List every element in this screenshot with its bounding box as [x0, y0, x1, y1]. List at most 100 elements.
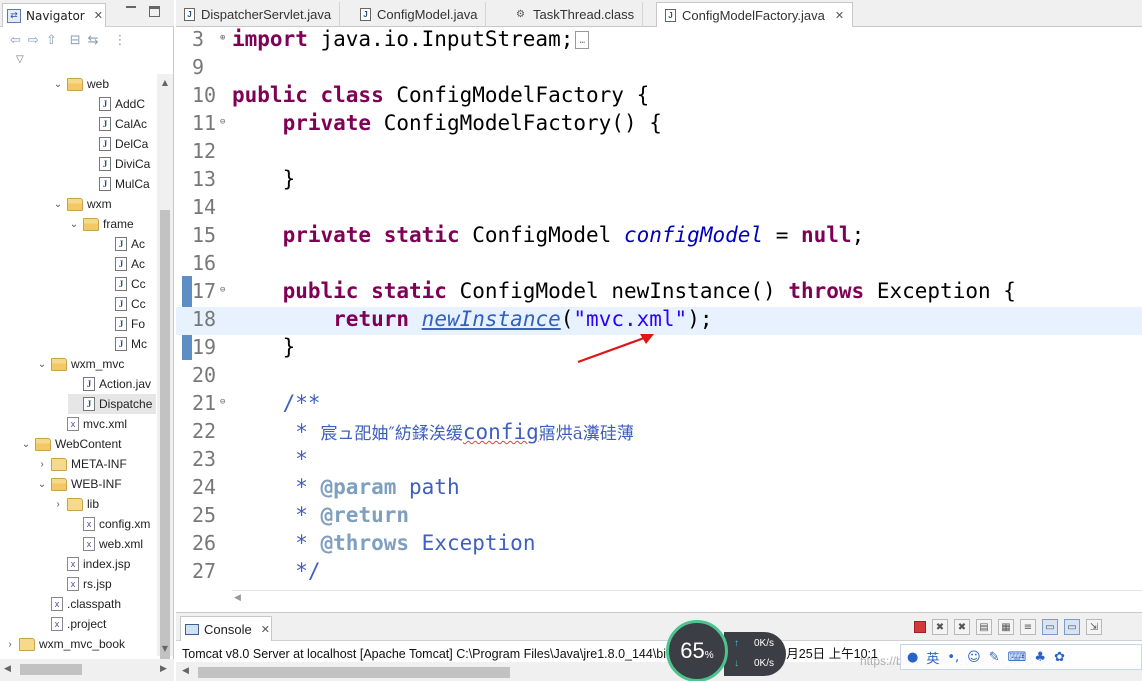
scroll-down-icon[interactable]: ▼: [157, 640, 173, 656]
tree-item[interactable]: ⌄ WEB-INF: [36, 474, 156, 494]
code-line[interactable]: 9: [176, 55, 1142, 83]
editor-horizontal-scrollbar[interactable]: ◀: [232, 590, 1142, 608]
code-line[interactable]: 25 * @return: [176, 503, 1142, 531]
ime-mode-label[interactable]: 英: [926, 648, 939, 667]
tree-item[interactable]: x .project: [36, 614, 156, 634]
tree-item[interactable]: ⌄ wxm_mvc: [36, 354, 156, 374]
tree-item[interactable]: › META-INF: [36, 454, 156, 474]
tree-item[interactable]: J Ac: [100, 254, 156, 274]
scroll-left-icon[interactable]: ◀: [234, 593, 241, 603]
remove-launch-icon[interactable]: ✖: [932, 619, 948, 635]
code-line[interactable]: 17 ⊖ public static ConfigModel newInstanc…: [176, 279, 1142, 307]
show-on-stderr-icon[interactable]: ▭: [1064, 619, 1080, 635]
ime-keyboard-icon[interactable]: ⌨: [1008, 650, 1027, 665]
chevron-down-icon[interactable]: ⌄: [20, 439, 32, 450]
navigator-tab[interactable]: ⇄ Navigator ✕: [2, 3, 106, 27]
code-line[interactable]: 20: [176, 363, 1142, 391]
tree-item[interactable]: J Cc: [100, 294, 156, 314]
chevron-down-icon[interactable]: ⌄: [52, 199, 64, 210]
code-line[interactable]: 10 public class ConfigModelFactory {: [176, 83, 1142, 111]
chevron-down-icon[interactable]: ⌄: [68, 219, 80, 230]
ime-voice-icon[interactable]: ✎: [989, 650, 1000, 665]
memory-usage-gauge[interactable]: 65%: [666, 620, 728, 681]
tree-item[interactable]: x config.xm: [68, 514, 156, 534]
scroll-right-icon[interactable]: ▶: [160, 664, 167, 674]
collapse-all-icon[interactable]: ⊟: [70, 33, 81, 48]
scroll-thumb[interactable]: [160, 210, 170, 666]
code-line[interactable]: 13 }: [176, 167, 1142, 195]
network-speed-widget[interactable]: ↑ 0K/s ↓ 0K/s 65%: [666, 620, 786, 681]
ime-settings-icon[interactable]: ✿: [1054, 650, 1065, 665]
view-menu-icon[interactable]: ⋮: [114, 33, 127, 48]
tree-item[interactable]: J Action.jav: [68, 374, 156, 394]
chevron-down-icon[interactable]: ⌄: [36, 479, 48, 490]
chevron-right-icon[interactable]: ›: [4, 639, 16, 650]
tree-item[interactable]: ⌄ web: [52, 74, 156, 94]
remove-all-icon[interactable]: ✖: [954, 619, 970, 635]
maximize-icon[interactable]: [149, 6, 160, 17]
tree-item[interactable]: J DiviCa: [84, 154, 156, 174]
ime-punctuation-icon[interactable]: •,: [947, 650, 959, 665]
tree-item[interactable]: x mvc.xml: [52, 414, 156, 434]
collapse-fold-icon[interactable]: ⊖: [220, 285, 225, 295]
forward-arrow-icon[interactable]: ⇨: [28, 33, 39, 48]
console-tab[interactable]: Console ✕: [180, 616, 272, 641]
code-line[interactable]: 15 private static ConfigModel configMode…: [176, 223, 1142, 251]
close-icon[interactable]: ✕: [94, 9, 103, 22]
code-line[interactable]: 16: [176, 251, 1142, 279]
code-area[interactable]: 3 ⊕ import java.io.InputStream;… 9 10 public …: [176, 27, 1142, 590]
tree-item[interactable]: ⌄ wxm: [52, 194, 156, 214]
close-icon[interactable]: ✕: [835, 9, 844, 22]
code-line[interactable]: 22 * 宸ュ巶妯″紡鍒涘缓config寤烘ā瀵硅薄: [176, 419, 1142, 447]
code-line[interactable]: 24 * @param path: [176, 475, 1142, 503]
scroll-lock-icon[interactable]: ▦: [998, 619, 1014, 635]
editor-tab[interactable]: ⚙ TaskThread.class: [506, 2, 644, 27]
code-line[interactable]: 23 *: [176, 447, 1142, 475]
scroll-up-icon[interactable]: ▲: [157, 74, 173, 90]
tree-item[interactable]: › wxm_mvc_book: [4, 634, 156, 654]
chevron-right-icon[interactable]: ›: [52, 499, 64, 510]
ime-emoji-icon[interactable]: ☺: [967, 650, 981, 665]
scroll-left-icon[interactable]: ◀: [182, 666, 189, 676]
link-with-editor-icon[interactable]: ⇆: [88, 33, 99, 48]
tree-item[interactable]: J Dispatche: [68, 394, 156, 414]
tree-item[interactable]: J Mc: [100, 334, 156, 354]
terminate-icon[interactable]: [914, 621, 926, 633]
tree-item[interactable]: › lib: [52, 494, 156, 514]
tree-item[interactable]: J Ac: [100, 234, 156, 254]
navigator-horizontal-scrollbar[interactable]: ◀ ▶: [0, 659, 174, 681]
code-line[interactable]: 27 */: [176, 559, 1142, 587]
word-wrap-icon[interactable]: ≡: [1020, 619, 1036, 635]
chevron-right-icon[interactable]: ›: [36, 459, 48, 470]
editor-tab[interactable]: J DispatcherServlet.java: [176, 2, 341, 27]
code-line[interactable]: 3 ⊕ import java.io.InputStream;…: [176, 27, 1142, 55]
close-icon[interactable]: ✕: [261, 623, 270, 636]
code-line[interactable]: 26 * @throws Exception: [176, 531, 1142, 559]
collapse-fold-icon[interactable]: ⊖: [220, 117, 225, 127]
scroll-left-icon[interactable]: ◀: [4, 664, 11, 674]
editor-tab[interactable]: J ConfigModelFactory.java ✕: [656, 2, 854, 27]
tree-item[interactable]: J DelCa: [84, 134, 156, 154]
clear-console-icon[interactable]: ▤: [976, 619, 992, 635]
tree-item[interactable]: ⌄ WebContent: [20, 434, 156, 454]
chevron-down-icon[interactable]: ▽: [16, 54, 24, 65]
minimize-icon[interactable]: [126, 6, 136, 8]
tree-item[interactable]: x index.jsp: [52, 554, 156, 574]
collapse-fold-icon[interactable]: ⊖: [220, 397, 225, 407]
code-line[interactable]: 12: [176, 139, 1142, 167]
tree-item[interactable]: J MulCa: [84, 174, 156, 194]
ime-skin-icon[interactable]: ♣: [1034, 650, 1046, 665]
tree-item[interactable]: J CalAc: [84, 114, 156, 134]
navigator-vertical-scrollbar[interactable]: ▲ ▼: [157, 74, 173, 666]
editor-tab[interactable]: J ConfigModel.java: [352, 2, 487, 27]
code-line[interactable]: 11 ⊖ private ConfigModelFactory() {: [176, 111, 1142, 139]
expand-fold-icon[interactable]: ⊕: [220, 33, 225, 43]
code-line[interactable]: 14: [176, 195, 1142, 223]
code-line[interactable]: 21 ⊖ /**: [176, 391, 1142, 419]
back-arrow-icon[interactable]: ⇦: [10, 33, 21, 48]
show-on-stdout-icon[interactable]: ▭: [1042, 619, 1058, 635]
pin-console-icon[interactable]: ⇲: [1086, 619, 1102, 635]
tree-item[interactable]: ⌄ frame: [68, 214, 156, 234]
up-folder-icon[interactable]: ⇧: [46, 33, 57, 48]
chevron-down-icon[interactable]: ⌄: [52, 79, 64, 90]
